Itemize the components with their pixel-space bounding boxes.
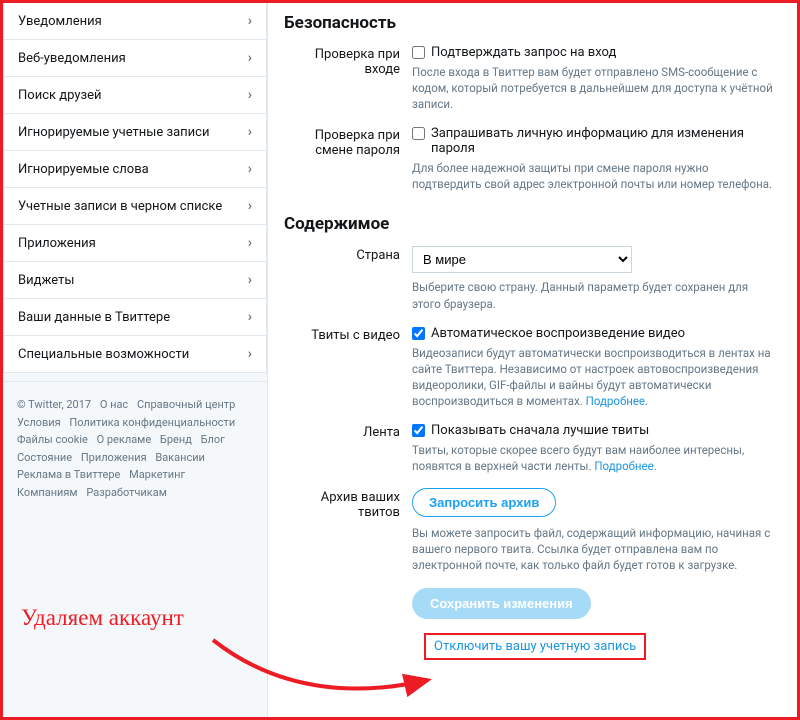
password-verify-help: Для более надежной защиты при смене паро… <box>412 160 773 192</box>
footer-link[interactable]: О рекламе <box>97 433 152 446</box>
chevron-right-icon: › <box>248 272 252 288</box>
country-select[interactable]: В мире <box>412 246 632 273</box>
archive-row: Архив ваших твитов Запросить архив Вы мо… <box>284 488 773 573</box>
sidebar-item-label: Ваши данные в Твиттере <box>18 310 170 325</box>
login-verification-row: Проверка при входе Подтверждать запрос н… <box>284 45 773 112</box>
sidebar-item-label: Поиск друзей <box>18 88 101 103</box>
sidebar-item-notifications[interactable]: Уведомления › <box>4 3 266 40</box>
chevron-right-icon: › <box>248 346 252 362</box>
login-verify-checkbox[interactable] <box>412 46 425 59</box>
password-verify-checkbox-label[interactable]: Запрашивать личную информацию для измене… <box>412 126 773 156</box>
row-label: Твиты с видео <box>284 326 412 409</box>
sidebar-item-widgets[interactable]: Виджеты › <box>4 262 266 299</box>
sidebar-item-label: Виджеты <box>18 273 74 288</box>
checkbox-text: Подтверждать запрос на вход <box>431 45 616 60</box>
login-verify-help: После входа в Твиттер вам будет отправле… <box>412 64 773 112</box>
chevron-right-icon: › <box>248 50 252 66</box>
sidebar-item-muted-accounts[interactable]: Игнорируемые учетные записи › <box>4 114 266 151</box>
chevron-right-icon: › <box>248 87 252 103</box>
settings-main: Безопасность Проверка при входе Подтверж… <box>268 3 797 717</box>
sidebar-item-label: Приложения <box>18 236 96 251</box>
sidebar-item-find-friends[interactable]: Поиск друзей › <box>4 77 266 114</box>
footer-link[interactable]: Маркетинг <box>129 468 185 481</box>
deactivate-row: Отключить вашу учетную запись <box>284 633 773 660</box>
sidebar-item-your-data[interactable]: Ваши данные в Твиттере › <box>4 299 266 336</box>
content-heading: Содержимое <box>284 214 773 234</box>
chevron-right-icon: › <box>248 161 252 177</box>
sidebar-item-label: Уведомления <box>18 14 102 29</box>
screenshot-frame: Уведомления › Веб-уведомления › Поиск друз… <box>0 0 800 720</box>
login-verify-checkbox-label[interactable]: Подтверждать запрос на вход <box>412 45 773 60</box>
save-row: Сохранить изменения <box>284 588 773 619</box>
sidebar-item-web-notifications[interactable]: Веб-уведомления › <box>4 40 266 77</box>
sidebar-item-apps[interactable]: Приложения › <box>4 225 266 262</box>
footer-link[interactable]: Приложения <box>81 451 147 464</box>
sidebar-nav: Уведомления › Веб-уведомления › Поиск друз… <box>3 3 267 373</box>
annotation-text: Удаляем аккаунт <box>21 605 184 631</box>
chevron-right-icon: › <box>248 13 252 29</box>
country-row: Страна В мире Выберите свою страну. Данн… <box>284 246 773 311</box>
footer-copyright: © Twitter, 2017 <box>17 398 91 411</box>
sidebar-item-label: Игнорируемые учетные записи <box>18 125 209 140</box>
footer-link[interactable]: Условия <box>17 416 61 429</box>
row-label: Лента <box>284 423 412 474</box>
footer-link[interactable]: Бренд <box>160 433 192 446</box>
footer-link[interactable]: О нас <box>100 398 128 411</box>
footer-link[interactable]: Блог <box>201 433 225 446</box>
checkbox-text: Запрашивать личную информацию для измене… <box>431 126 773 156</box>
sidebar-footer: © Twitter, 2017 О нас Справочный центр У… <box>3 381 267 502</box>
checkbox-text: Автоматическое воспроизведение видео <box>431 326 685 341</box>
row-label: Проверка при входе <box>284 45 412 112</box>
sidebar-item-blocked-accounts[interactable]: Учетные записи в черном списке › <box>4 188 266 225</box>
video-autoplay-checkbox-label[interactable]: Автоматическое воспроизведение видео <box>412 326 773 341</box>
password-verification-row: Проверка при смене пароля Запрашивать ли… <box>284 126 773 192</box>
password-verify-checkbox[interactable] <box>412 127 425 140</box>
footer-link[interactable]: Политика конфиденциальности <box>69 416 235 429</box>
country-help: Выберите свою страну. Данный параметр бу… <box>412 279 773 311</box>
timeline-best-first-checkbox[interactable] <box>412 424 425 437</box>
sidebar-item-label: Веб-уведомления <box>18 51 126 66</box>
timeline-more-link[interactable]: Подробнее. <box>594 459 656 473</box>
video-more-link[interactable]: Подробнее. <box>586 394 648 408</box>
sidebar-item-label: Учетные записи в черном списке <box>18 199 222 214</box>
sidebar-item-label: Игнорируемые слова <box>18 162 149 177</box>
chevron-right-icon: › <box>248 309 252 325</box>
video-autoplay-row: Твиты с видео Автоматическое воспроизвед… <box>284 326 773 409</box>
footer-link[interactable]: Состояние <box>17 451 72 464</box>
request-archive-button[interactable]: Запросить архив <box>412 488 556 517</box>
sidebar-item-accessibility[interactable]: Специальные возможности › <box>4 336 266 372</box>
save-changes-button[interactable]: Сохранить изменения <box>412 588 591 619</box>
annotation-highlight-box: Отключить вашу учетную запись <box>424 633 646 660</box>
footer-link[interactable]: Разработчикам <box>86 486 167 499</box>
video-autoplay-checkbox[interactable] <box>412 327 425 340</box>
chevron-right-icon: › <box>248 198 252 214</box>
row-label: Страна <box>284 246 412 311</box>
checkbox-text: Показывать сначала лучшие твиты <box>431 423 649 438</box>
row-label: Архив ваших твитов <box>284 488 412 573</box>
video-autoplay-help: Видеозаписи будут автоматически воспроиз… <box>412 345 773 409</box>
footer-link[interactable]: Файлы cookie <box>17 433 88 446</box>
sidebar-item-label: Специальные возможности <box>18 347 189 362</box>
chevron-right-icon: › <box>248 235 252 251</box>
footer-link[interactable]: Компаниям <box>17 486 78 499</box>
chevron-right-icon: › <box>248 124 252 140</box>
footer-link[interactable]: Реклама в Твиттере <box>17 468 120 481</box>
row-label: Проверка при смене пароля <box>284 126 412 192</box>
timeline-help: Твиты, которые скорее всего будут вам на… <box>412 442 773 474</box>
footer-link[interactable]: Вакансии <box>155 451 205 464</box>
security-heading: Безопасность <box>284 13 773 33</box>
footer-link[interactable]: Справочный центр <box>137 398 235 411</box>
archive-help: Вы можете запросить файл, содержащий инф… <box>412 525 773 573</box>
timeline-row: Лента Показывать сначала лучшие твиты Тв… <box>284 423 773 474</box>
timeline-checkbox-label[interactable]: Показывать сначала лучшие твиты <box>412 423 773 438</box>
sidebar-item-muted-words[interactable]: Игнорируемые слова › <box>4 151 266 188</box>
deactivate-account-link[interactable]: Отключить вашу учетную запись <box>434 639 636 654</box>
